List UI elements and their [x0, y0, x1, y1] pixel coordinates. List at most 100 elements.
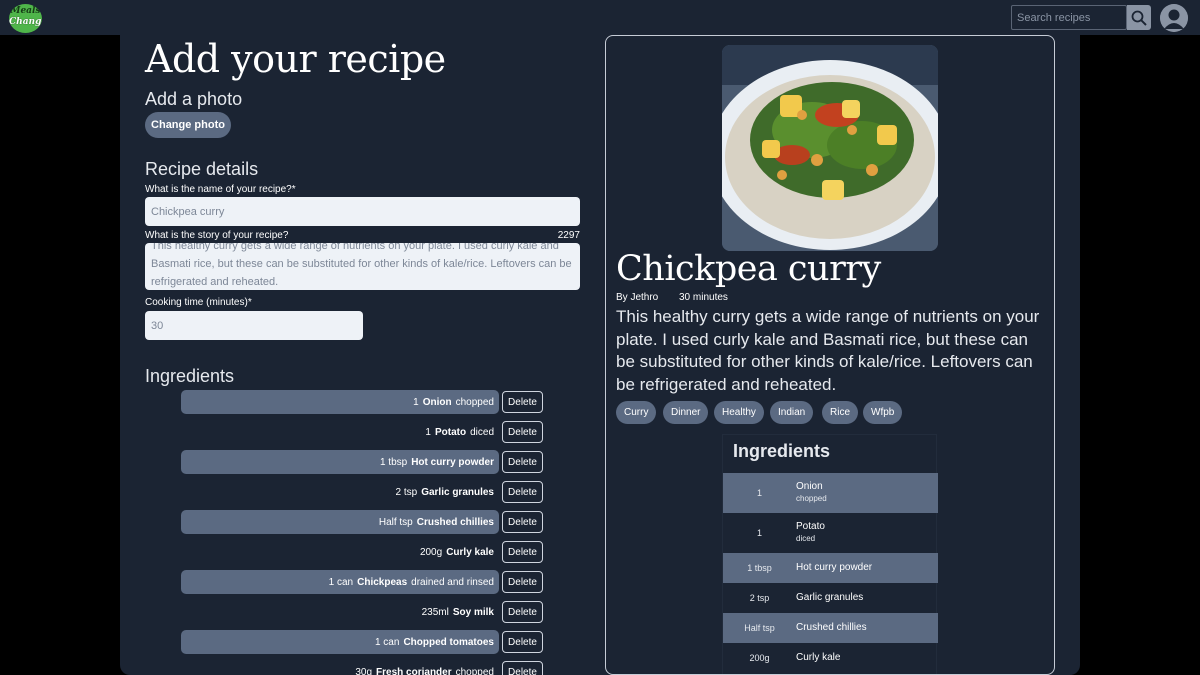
story-textarea[interactable]: This healthy curry gets a wide range of …: [145, 243, 580, 290]
change-photo-button[interactable]: Change photo: [145, 112, 231, 138]
search-input[interactable]: [1011, 5, 1127, 30]
tag-pill[interactable]: Indian: [770, 401, 814, 424]
preview-cooking-time: 30 minutes: [679, 292, 728, 303]
ingredient-prep: chopped: [455, 396, 494, 408]
tag-pill[interactable]: Healthy: [714, 401, 764, 424]
preview-description: This healthy curry gets a wide range of …: [616, 307, 1040, 394]
ingredient-prep: diced: [470, 426, 494, 438]
preview-ingredient-prep: diced: [796, 534, 816, 543]
ingredient-row[interactable]: 1 can Chopped tomatoes: [181, 630, 499, 654]
top-bar: Meals Change: [0, 0, 1200, 35]
preview-ingredient-quantity: Half tsp: [744, 623, 775, 633]
tag-pill[interactable]: Curry: [616, 401, 657, 424]
meals-change-logo[interactable]: Meals Change: [9, 4, 42, 33]
delete-ingredient-button[interactable]: Delete: [502, 541, 543, 563]
ingredient-row[interactable]: 200g Curly kale: [181, 540, 499, 564]
story-text: This healthy curry gets a wide range of …: [151, 243, 572, 288]
delete-ingredient-button[interactable]: Delete: [502, 421, 543, 443]
preview-ingredient-name: Onion: [796, 481, 823, 492]
ingredient-name: Fresh coriander: [376, 666, 452, 675]
ingredient-row[interactable]: 1 can Chickpeas drained and rinsed: [181, 570, 499, 594]
ingredient-quantity: 30g: [355, 666, 373, 675]
user-icon: [1160, 4, 1188, 32]
ingredient-row[interactable]: Half tsp Crushed chillies: [181, 510, 499, 534]
ingredient-quantity: 1 can: [374, 636, 400, 648]
preview-ingredient-row: Half tsp Crushed chillies: [723, 613, 938, 643]
story-label: What is the story of your recipe?: [145, 230, 289, 241]
tag-pill[interactable]: Rice: [822, 401, 859, 424]
preview-ingredient-name: Potato: [796, 521, 825, 532]
delete-ingredient-button[interactable]: Delete: [502, 451, 543, 473]
ingredient-prep: drained and rinsed: [411, 576, 494, 588]
ingredients-heading: Ingredients: [145, 366, 235, 386]
page-title: Add your recipe: [145, 37, 446, 81]
name-label: What is the name of your recipe?*: [145, 184, 296, 195]
preview-ingredient-row: 1 Onion chopped: [723, 473, 938, 513]
ingredient-name: Soy milk: [452, 606, 494, 618]
preview-author: By Jethro: [616, 292, 659, 303]
cooking-time-field[interactable]: 30: [145, 311, 363, 340]
ingredient-quantity: 1 tbsp: [379, 456, 408, 468]
ingredient-row[interactable]: 235ml Soy milk: [181, 600, 499, 624]
preview-ingredient-row: 2 tsp Garlic granules: [723, 583, 938, 613]
preview-ingredient-name: Curly kale: [796, 652, 841, 663]
ingredient-row[interactable]: 1 tbsp Hot curry powder: [181, 450, 499, 474]
preview-ingredients-table: Ingredients 1 Onion chopped 1 Potato diced 1 t…: [722, 434, 938, 674]
user-avatar[interactable]: [1160, 4, 1188, 32]
preview-ingredient-name: Garlic granules: [796, 592, 864, 603]
details-heading: Recipe details: [145, 159, 259, 179]
delete-ingredient-button[interactable]: Delete: [502, 571, 543, 593]
ingredient-row[interactable]: 1 Onion chopped: [181, 390, 499, 414]
ingredient-quantity: 1 can: [328, 576, 354, 588]
preview-ingredient-name: Hot curry powder: [796, 562, 873, 573]
preview-ingredient-prep: chopped: [796, 494, 827, 503]
search-button[interactable]: [1127, 5, 1151, 30]
ingredient-quantity: 200g: [419, 546, 443, 558]
story-char-counter: 2297: [557, 230, 580, 241]
preview-ingredient-row: 1 Potato diced: [723, 513, 938, 553]
preview-ingredients-heading: Ingredients: [733, 441, 831, 461]
preview-ingredient-quantity: 1 tbsp: [747, 563, 772, 573]
preview-ingredient-row: 200g Curly kale: [723, 643, 938, 673]
ingredient-prep: chopped: [455, 666, 494, 675]
ingredient-name: Crushed chillies: [416, 516, 494, 528]
ingredient-row[interactable]: 30g Fresh coriander chopped: [181, 660, 499, 675]
ingredient-quantity: Half tsp: [378, 516, 413, 528]
recipe-preview-card: Chickpea curry By Jethro 30 minutes This…: [605, 35, 1055, 675]
ingredient-name: Potato: [434, 426, 467, 438]
ingredient-name: Garlic granules: [421, 486, 494, 498]
preview-ingredient-quantity: 1: [756, 488, 762, 498]
delete-ingredient-button[interactable]: Delete: [502, 481, 543, 503]
ingredient-name: Curly kale: [446, 546, 494, 558]
preview-ingredient-row: 1 tbsp Hot curry powder: [723, 553, 938, 583]
preview-ingredient-quantity: 1: [756, 528, 762, 538]
ingredient-name: Chopped tomatoes: [403, 636, 494, 648]
delete-ingredient-button[interactable]: Delete: [502, 661, 543, 675]
tag-pill[interactable]: Dinner: [663, 401, 709, 424]
logo-line-2: Change: [9, 17, 42, 27]
delete-ingredient-button[interactable]: Delete: [502, 391, 543, 413]
ingredient-name: Chickpeas: [357, 576, 408, 588]
recipe-name-field[interactable]: Chickpea curry: [145, 197, 580, 226]
preview-ingredient-quantity: 200g: [749, 653, 770, 663]
preview-ingredient-name: Crushed chillies: [796, 622, 867, 633]
preview-ingredient-quantity: 2 tsp: [749, 593, 770, 603]
cooking-time-label: Cooking time (minutes)*: [145, 297, 252, 308]
delete-ingredient-button[interactable]: Delete: [502, 511, 543, 533]
delete-ingredient-button[interactable]: Delete: [502, 631, 543, 653]
ingredient-quantity: 1: [413, 396, 419, 408]
ingredient-name: Hot curry powder: [411, 456, 494, 468]
ingredient-quantity: 2 tsp: [395, 486, 418, 498]
delete-ingredient-button[interactable]: Delete: [502, 601, 543, 623]
ingredient-row[interactable]: 2 tsp Garlic granules: [181, 480, 499, 504]
logo-line-1: Meals: [10, 6, 41, 16]
photo-heading: Add a photo: [145, 89, 243, 109]
search-icon: [1131, 10, 1147, 26]
ingredient-quantity: 235ml: [421, 606, 449, 618]
tag-pill[interactable]: Wfpb: [863, 401, 903, 424]
ingredient-row[interactable]: 1 Potato diced: [181, 420, 499, 444]
ingredient-quantity: 1: [425, 426, 431, 438]
recipe-photo: [722, 45, 938, 251]
ingredient-name: Onion: [422, 396, 452, 408]
main-panel: Add your recipe Add a photo Change photo…: [120, 35, 1080, 675]
